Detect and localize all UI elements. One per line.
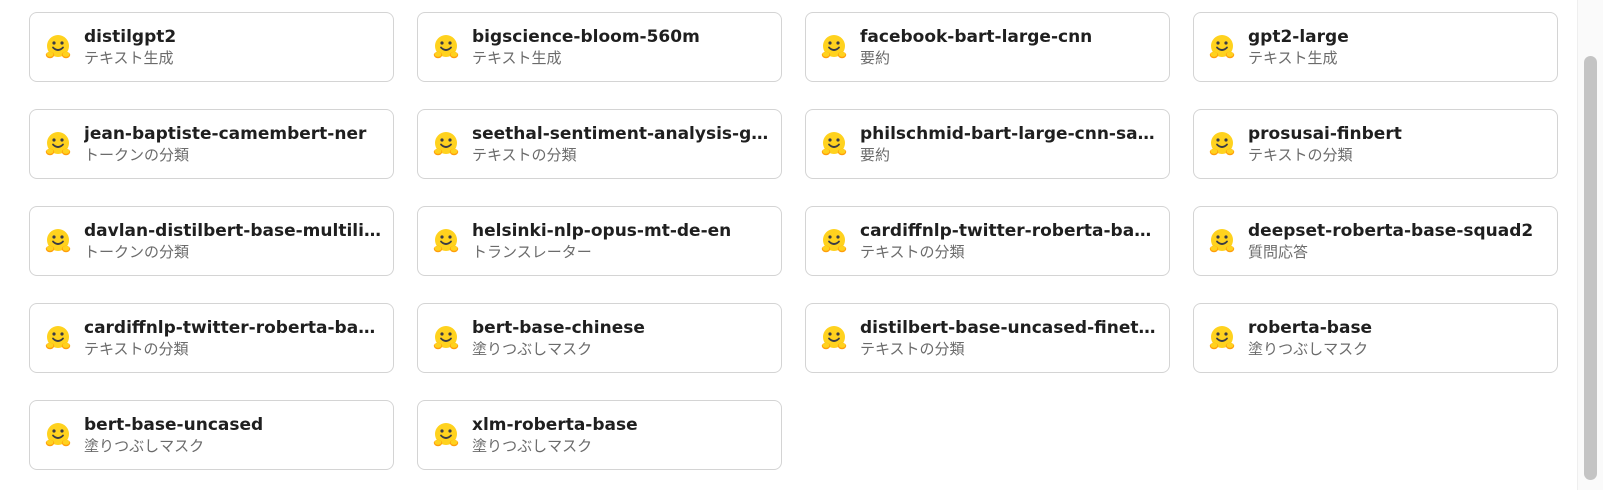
hugging-face-icon [430, 31, 462, 63]
model-task: 塗りつぶしマスク [472, 436, 593, 455]
scrollbar-thumb[interactable] [1584, 56, 1597, 480]
model-task: 質問応答 [1248, 242, 1309, 261]
model-task: テキストの分類 [472, 145, 577, 164]
model-card[interactable]: cardiffnlp-twitter-roberta-base… テキストの分類 [805, 206, 1170, 276]
model-name: davlan-distilbert-base-multilin… [84, 220, 383, 241]
model-card[interactable]: bigscience-bloom-560m テキスト生成 [417, 12, 782, 82]
model-card[interactable]: bert-base-uncased 塗りつぶしマスク [29, 400, 394, 470]
hugging-face-icon [1206, 31, 1238, 63]
model-name: deepset-roberta-base-squad2 [1248, 220, 1534, 241]
model-name: roberta-base [1248, 317, 1373, 338]
hugging-face-icon [818, 128, 850, 160]
model-name: facebook-bart-large-cnn [860, 26, 1093, 47]
model-card[interactable]: seethal-sentiment-analysis-gen… テキストの分類 [417, 109, 782, 179]
model-name: xlm-roberta-base [472, 414, 638, 435]
hugging-face-icon [42, 225, 74, 257]
hugging-face-icon [818, 225, 850, 257]
model-task: 要約 [860, 145, 891, 164]
model-card[interactable]: xlm-roberta-base 塗りつぶしマスク [417, 400, 782, 470]
hugging-face-icon [42, 31, 74, 63]
model-name: bigscience-bloom-560m [472, 26, 700, 47]
model-card[interactable]: deepset-roberta-base-squad2 質問応答 [1193, 206, 1558, 276]
model-task: テキスト生成 [472, 48, 562, 67]
model-card[interactable]: davlan-distilbert-base-multilin… トークンの分類 [29, 206, 394, 276]
hugging-face-icon [42, 322, 74, 354]
model-card[interactable]: distilbert-base-uncased-finetu… テキストの分類 [805, 303, 1170, 373]
model-card[interactable]: bert-base-chinese 塗りつぶしマスク [417, 303, 782, 373]
hugging-face-icon [818, 322, 850, 354]
hugging-face-icon [1206, 322, 1238, 354]
model-card[interactable]: helsinki-nlp-opus-mt-de-en トランスレーター [417, 206, 782, 276]
model-task: テキストの分類 [84, 339, 189, 358]
model-grid: distilgpt2 テキスト生成 bigscience-bloom-560m テキ… [29, 12, 1558, 470]
model-name: bert-base-chinese [472, 317, 645, 338]
model-name: helsinki-nlp-opus-mt-de-en [472, 220, 732, 241]
model-card[interactable]: gpt2-large テキスト生成 [1193, 12, 1558, 82]
model-card[interactable]: philschmid-bart-large-cnn-sam… 要約 [805, 109, 1170, 179]
model-task: トークンの分類 [84, 145, 190, 164]
model-name: gpt2-large [1248, 26, 1349, 47]
model-task: トランスレーター [472, 242, 592, 261]
model-card[interactable]: cardiffnlp-twitter-roberta-base… テキストの分類 [29, 303, 394, 373]
model-task: テキスト生成 [1248, 48, 1338, 67]
model-name: bert-base-uncased [84, 414, 264, 435]
hugging-face-icon [1206, 225, 1238, 257]
model-name: cardiffnlp-twitter-roberta-base… [860, 220, 1159, 241]
model-name: distilbert-base-uncased-finetu… [860, 317, 1159, 338]
model-task: テキストの分類 [860, 242, 965, 261]
model-name: philschmid-bart-large-cnn-sam… [860, 123, 1159, 144]
model-card[interactable]: facebook-bart-large-cnn 要約 [805, 12, 1170, 82]
hugging-face-icon [430, 419, 462, 451]
model-name: prosusai-finbert [1248, 123, 1402, 144]
hugging-face-icon [430, 225, 462, 257]
model-name: seethal-sentiment-analysis-gen… [472, 123, 771, 144]
model-task: 塗りつぶしマスク [84, 436, 205, 455]
vertical-scrollbar[interactable] [1577, 0, 1603, 490]
model-task: トークンの分類 [84, 242, 190, 261]
model-task: テキストの分類 [860, 339, 965, 358]
model-card[interactable]: jean-baptiste-camembert-ner トークンの分類 [29, 109, 394, 179]
model-task: テキスト生成 [84, 48, 174, 67]
model-name: cardiffnlp-twitter-roberta-base… [84, 317, 383, 338]
hugging-face-icon [1206, 128, 1238, 160]
model-task: 要約 [860, 48, 891, 67]
hugging-face-icon [818, 31, 850, 63]
model-task: 塗りつぶしマスク [1248, 339, 1369, 358]
hugging-face-icon [42, 128, 74, 160]
hugging-face-icon [430, 322, 462, 354]
model-card[interactable]: roberta-base 塗りつぶしマスク [1193, 303, 1558, 373]
model-card[interactable]: distilgpt2 テキスト生成 [29, 12, 394, 82]
model-card[interactable]: prosusai-finbert テキストの分類 [1193, 109, 1558, 179]
model-task: テキストの分類 [1248, 145, 1353, 164]
hugging-face-icon [42, 419, 74, 451]
hugging-face-icon [430, 128, 462, 160]
model-name: jean-baptiste-camembert-ner [84, 123, 367, 144]
model-task: 塗りつぶしマスク [472, 339, 593, 358]
model-name: distilgpt2 [84, 26, 177, 47]
